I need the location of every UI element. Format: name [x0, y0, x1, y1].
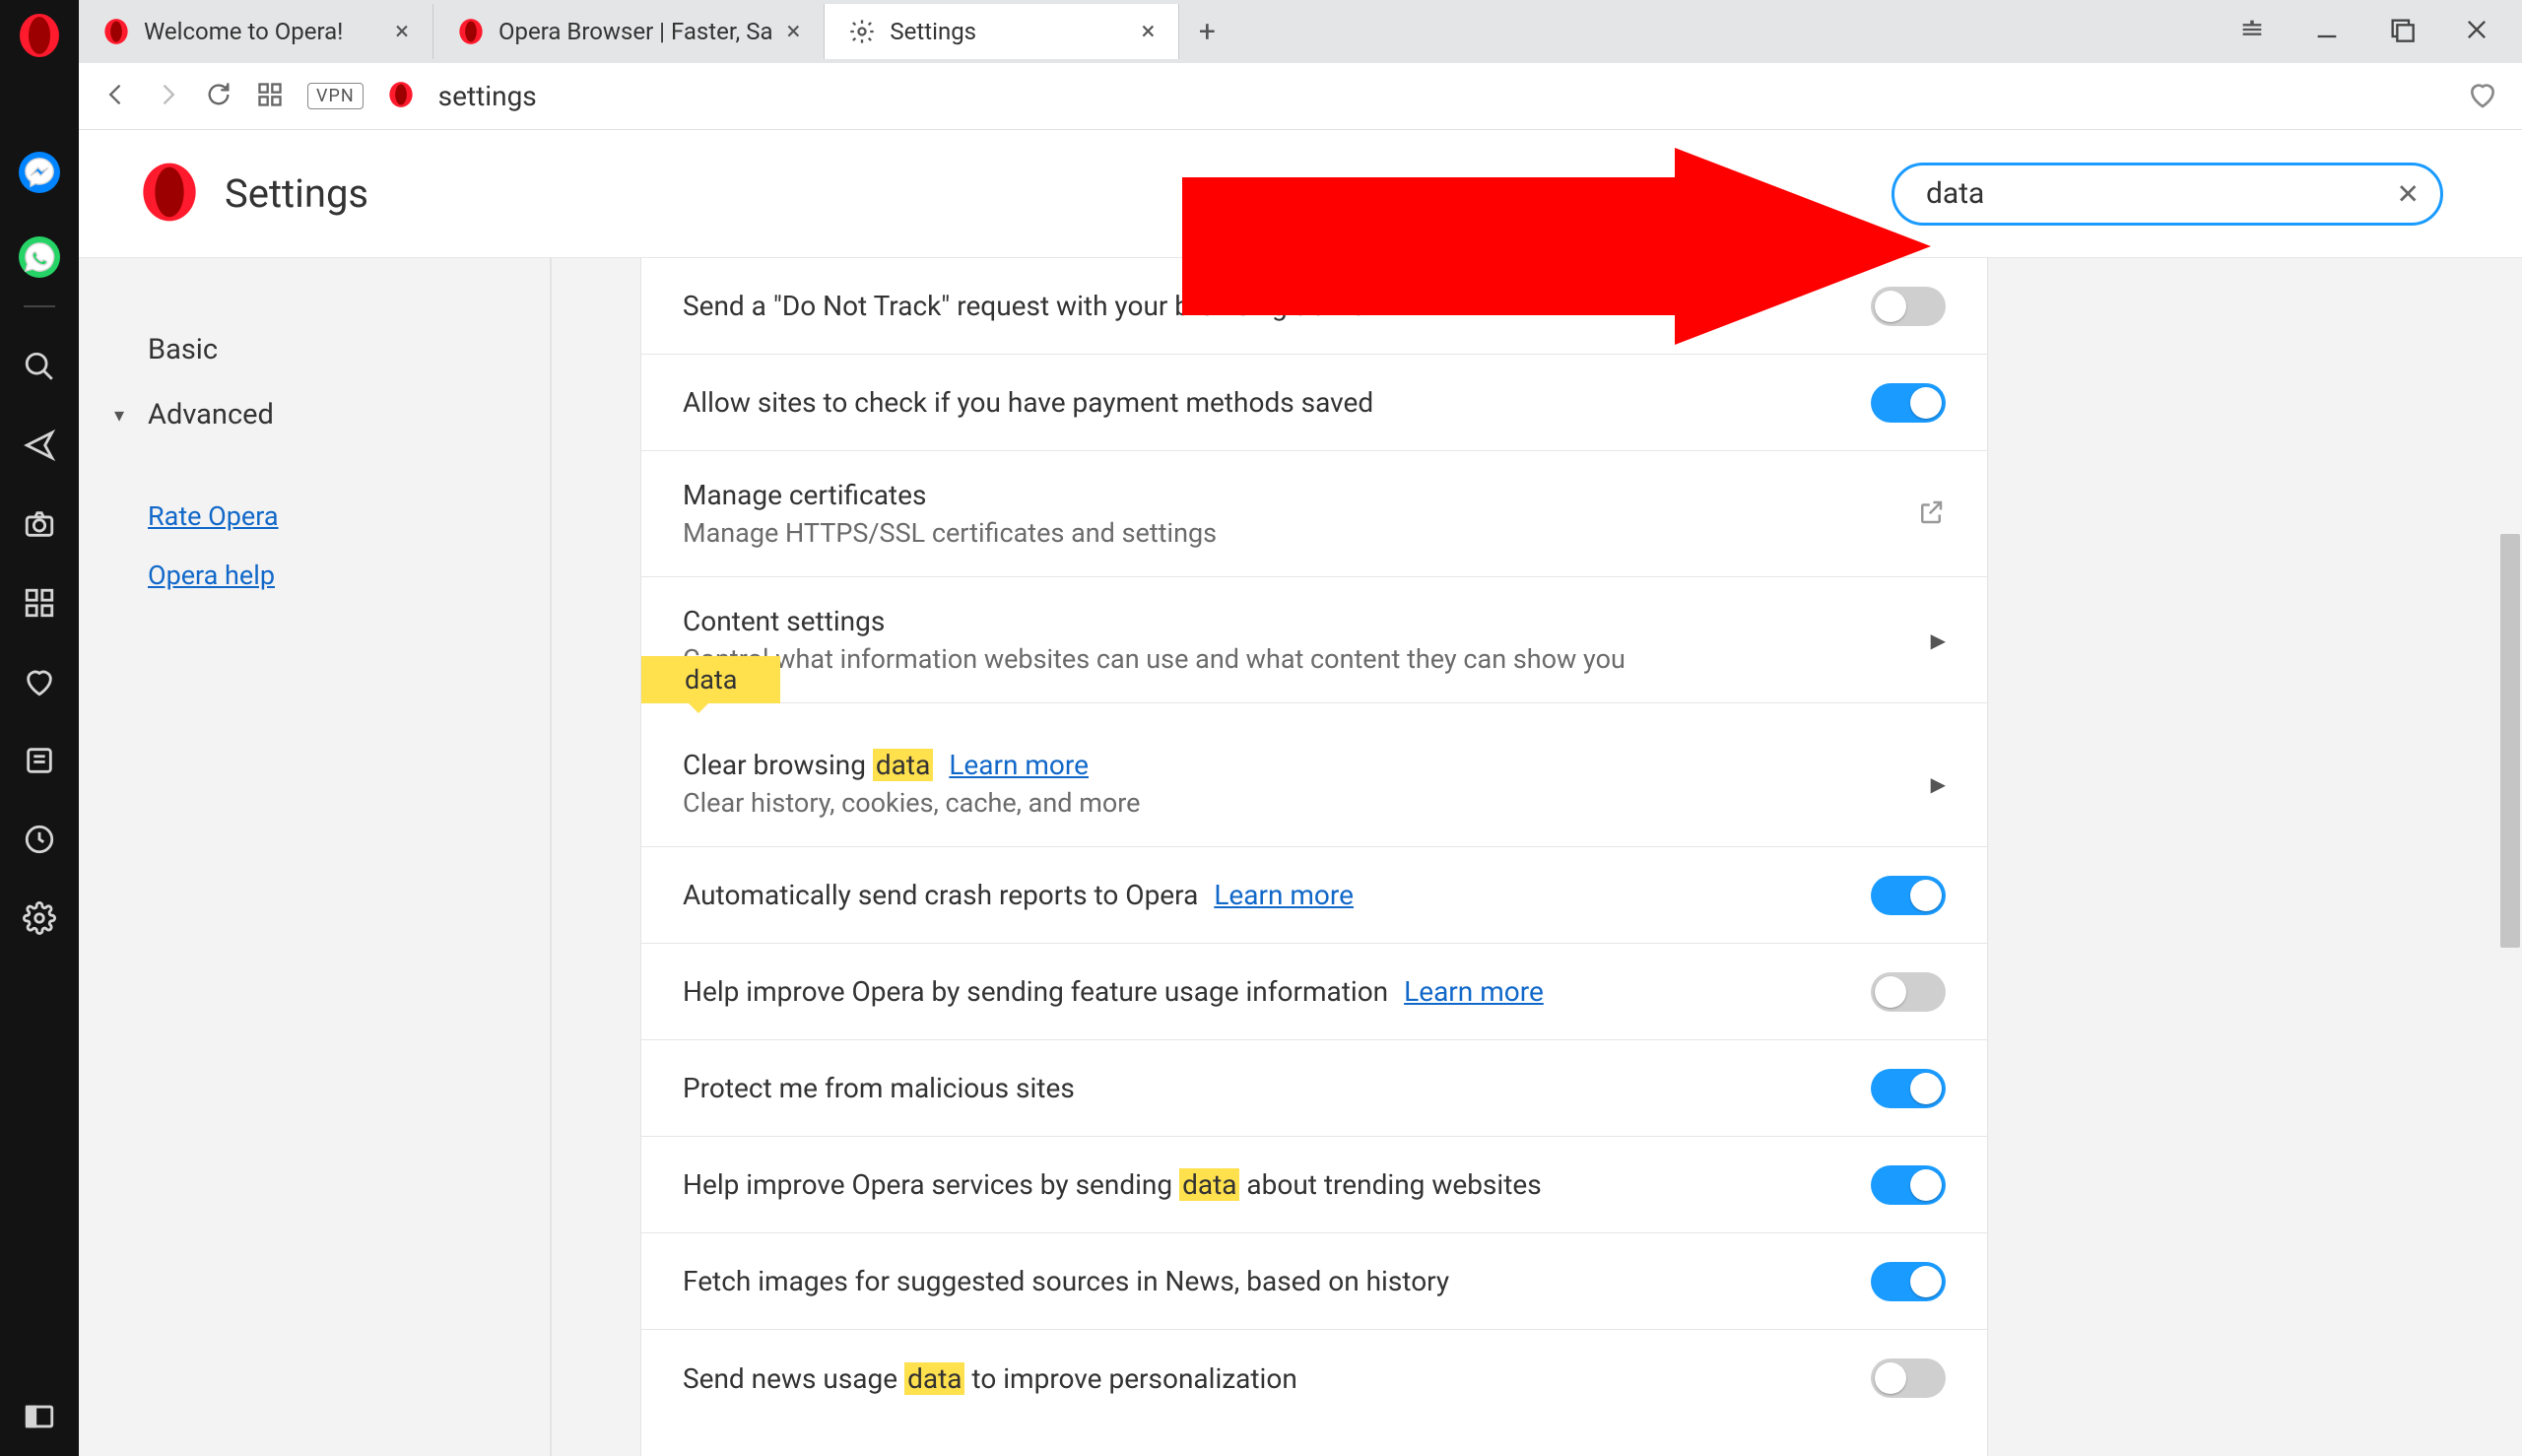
- new-tab-button[interactable]: +: [1179, 4, 1234, 59]
- toggle-crash-reports[interactable]: [1871, 876, 1946, 915]
- setting-label: Send a "Do Not Track" request with your …: [683, 290, 1365, 322]
- tab-settings[interactable]: Settings ×: [825, 4, 1179, 59]
- search-tooltip: data: [641, 656, 780, 703]
- row-crash-reports[interactable]: Automatically send crash reports to Oper…: [641, 847, 1987, 944]
- sidebar-divider: [24, 305, 55, 307]
- opera-url-icon: [387, 81, 415, 112]
- setting-label: Clear browsing data: [683, 749, 933, 781]
- tab-welcome[interactable]: Welcome to Opera! ×: [79, 4, 433, 59]
- row-do-not-track[interactable]: Send a "Do Not Track" request with your …: [641, 258, 1987, 355]
- settings-header: Settings ✕: [79, 130, 2522, 258]
- messenger-icon[interactable]: [19, 152, 60, 193]
- close-window-icon[interactable]: [2463, 16, 2490, 47]
- external-link-icon: [1916, 497, 1946, 531]
- maximize-icon[interactable]: [2388, 16, 2416, 47]
- toggle-malicious-protection[interactable]: [1871, 1069, 1946, 1108]
- row-clear-browsing-data[interactable]: data Clear browsing data Learn more Clea…: [641, 703, 1987, 847]
- toggle-do-not-track[interactable]: [1871, 287, 1946, 326]
- downloads-icon[interactable]: [2238, 16, 2266, 47]
- row-payment-methods[interactable]: Allow sites to check if you have payment…: [641, 355, 1987, 451]
- close-icon[interactable]: ×: [1142, 19, 1156, 44]
- row-news-usage[interactable]: Send news usage data to improve personal…: [641, 1330, 1987, 1426]
- gear-favicon-icon: [848, 18, 876, 45]
- nav-advanced[interactable]: Advanced: [148, 382, 550, 447]
- sidebar-toggle-icon[interactable]: [20, 1397, 59, 1436]
- chevron-right-icon: ▶: [1931, 629, 1946, 652]
- opera-favicon-icon: [457, 18, 485, 45]
- toggle-payment-methods[interactable]: [1871, 383, 1946, 423]
- row-content-settings[interactable]: Content settings Control what informatio…: [641, 577, 1987, 703]
- settings-main: Basic Advanced Rate Opera Opera help Sen…: [79, 258, 2522, 1456]
- bookmark-heart-icon[interactable]: [2467, 79, 2498, 114]
- opera-logo-icon[interactable]: [16, 12, 63, 63]
- opera-logo-icon: [138, 161, 201, 228]
- setting-label: Content settings: [683, 605, 885, 637]
- chevron-right-icon: ▶: [1931, 772, 1946, 796]
- opera-favicon-icon: [102, 18, 130, 45]
- send-icon[interactable]: [20, 426, 59, 465]
- nav-rate-opera[interactable]: Rate Opera: [148, 487, 550, 546]
- learn-more-link[interactable]: Learn more: [949, 749, 1089, 781]
- gear-icon[interactable]: [20, 898, 59, 938]
- setting-sublabel: Manage HTTPS/SSL certificates and settin…: [683, 517, 1916, 549]
- setting-sublabel: Control what information websites can us…: [683, 643, 1911, 675]
- grid-icon[interactable]: [20, 583, 59, 623]
- clear-search-icon[interactable]: ✕: [2397, 177, 2420, 210]
- settings-navigation: Basic Advanced Rate Opera Opera help: [79, 258, 552, 1456]
- camera-icon[interactable]: [20, 504, 59, 544]
- row-manage-certificates[interactable]: Manage certificates Manage HTTPS/SSL cer…: [641, 451, 1987, 577]
- row-feature-usage[interactable]: Help improve Opera by sending feature us…: [641, 944, 1987, 1040]
- setting-label: Help improve Opera services by sending d…: [683, 1168, 1542, 1201]
- speed-dial-icon[interactable]: [256, 81, 284, 112]
- settings-search: ✕: [1892, 163, 2443, 226]
- news-icon[interactable]: [20, 741, 59, 780]
- minimize-icon[interactable]: [2313, 16, 2341, 47]
- tab-opera-browser[interactable]: Opera Browser | Faster, Sa ×: [433, 4, 825, 59]
- tab-title: Settings: [890, 18, 976, 45]
- toggle-news-images[interactable]: [1871, 1262, 1946, 1301]
- window-controls: [2238, 16, 2522, 47]
- address-bar: VPN settings: [79, 63, 2522, 130]
- nav-basic[interactable]: Basic: [148, 317, 550, 382]
- opera-sidebar: [0, 0, 79, 1456]
- row-trending-websites[interactable]: Help improve Opera services by sending d…: [641, 1137, 1987, 1233]
- reload-button[interactable]: [205, 81, 232, 112]
- back-button[interactable]: [102, 81, 130, 112]
- scrollbar-thumb[interactable]: [2500, 534, 2520, 948]
- setting-label: Protect me from malicious sites: [683, 1072, 1075, 1104]
- settings-content: Send a "Do Not Track" request with your …: [552, 258, 2522, 1456]
- forward-button[interactable]: [154, 81, 181, 112]
- row-malicious-protection[interactable]: Protect me from malicious sites: [641, 1040, 1987, 1137]
- tab-title: Welcome to Opera!: [144, 18, 343, 45]
- heart-icon[interactable]: [20, 662, 59, 701]
- page-title: Settings: [225, 170, 368, 217]
- toggle-trending-websites[interactable]: [1871, 1165, 1946, 1205]
- setting-label: Allow sites to check if you have payment…: [683, 386, 1373, 419]
- tab-strip: Welcome to Opera! × Opera Browser | Fast…: [79, 0, 2522, 63]
- url-text[interactable]: settings: [438, 80, 2443, 112]
- vpn-badge[interactable]: VPN: [307, 83, 364, 109]
- setting-sublabel: Clear history, cookies, cache, and more: [683, 787, 1911, 819]
- learn-more-link[interactable]: Learn more: [1404, 975, 1544, 1008]
- nav-opera-help[interactable]: Opera help: [148, 546, 550, 605]
- setting-label: Fetch images for suggested sources in Ne…: [683, 1265, 1449, 1297]
- setting-label: Manage certificates: [683, 479, 926, 511]
- tab-title: Opera Browser | Faster, Sa: [498, 18, 773, 45]
- scrollbar[interactable]: [2498, 258, 2522, 1456]
- settings-panel: Send a "Do Not Track" request with your …: [640, 258, 1988, 1456]
- search-icon[interactable]: [20, 347, 59, 386]
- toggle-news-usage[interactable]: [1871, 1358, 1946, 1398]
- settings-search-input[interactable]: [1892, 163, 2443, 226]
- whatsapp-icon[interactable]: [19, 236, 60, 278]
- setting-label: Send news usage data to improve personal…: [683, 1362, 1297, 1395]
- close-icon[interactable]: ×: [787, 19, 801, 44]
- close-icon[interactable]: ×: [395, 19, 409, 44]
- learn-more-link[interactable]: Learn more: [1214, 879, 1354, 911]
- toggle-feature-usage[interactable]: [1871, 972, 1946, 1012]
- setting-label: Automatically send crash reports to Oper…: [683, 879, 1198, 911]
- history-icon[interactable]: [20, 820, 59, 859]
- row-news-images[interactable]: Fetch images for suggested sources in Ne…: [641, 1233, 1987, 1330]
- setting-label: Help improve Opera by sending feature us…: [683, 975, 1388, 1008]
